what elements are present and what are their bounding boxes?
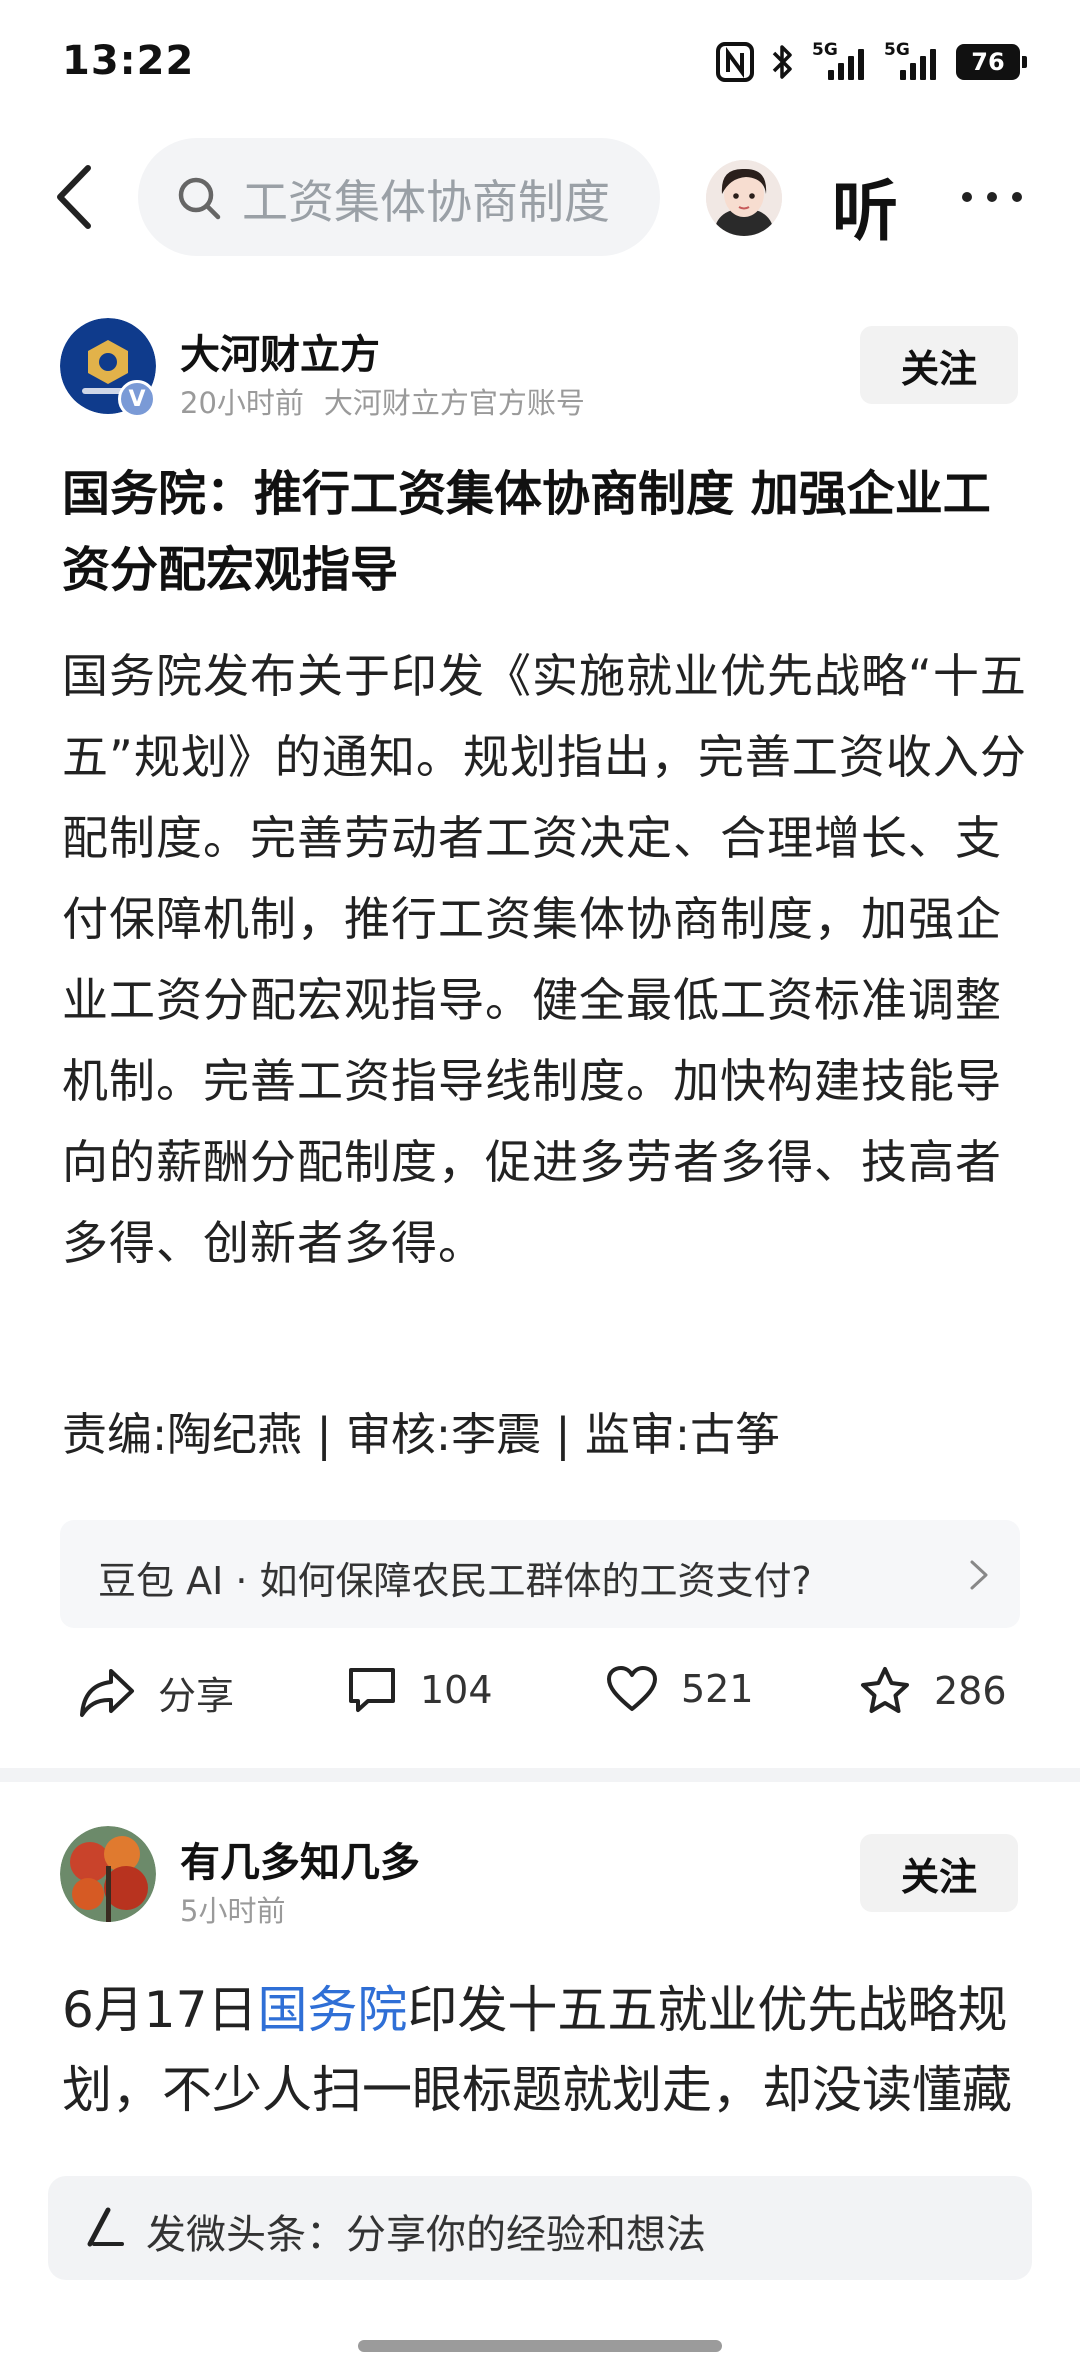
more-icon[interactable] <box>962 192 1022 202</box>
favorite-count: 286 <box>934 1669 1007 1713</box>
search-query: 工资集体协商制度 <box>242 175 610 229</box>
search-bar[interactable]: 工资集体协商制度 <box>138 138 660 256</box>
ai-question-card[interactable]: 豆包 AI · 如何保障农民工群体的工资支付? <box>60 1520 1020 1628</box>
heart-icon <box>607 1666 657 1711</box>
pen-icon <box>87 2207 124 2247</box>
follow-button[interactable]: 关注 <box>860 326 1018 404</box>
author-name[interactable]: 有几多知几多 <box>180 1830 420 1888</box>
author-name[interactable]: 大河财立方 <box>180 322 380 380</box>
follow-button[interactable]: 关注 <box>860 1834 1018 1912</box>
nfc-icon <box>716 42 754 82</box>
post-meta: 5小时前 <box>180 1888 285 1930</box>
post-body-prefix: 6月17日 <box>62 1981 258 2039</box>
comment-count: 104 <box>420 1668 493 1712</box>
verified-badge: V <box>118 380 156 418</box>
post-author-row: V 大河财立方 20小时前 大河财立方官方账号 关注 <box>0 318 1080 428</box>
home-indicator[interactable] <box>358 2340 722 2352</box>
signal-icon-2: 5G <box>884 40 940 82</box>
battery-indicator: 76 <box>956 44 1027 80</box>
share-label: 分享 <box>158 1674 235 1718</box>
comment-icon <box>349 1668 395 1712</box>
compose-placeholder: 发微头条：分享你的经验和想法 <box>146 2212 706 2258</box>
post-action-bar: 分享 104 521 286 <box>0 1645 1080 1745</box>
back-button[interactable] <box>48 162 108 232</box>
favorite-button[interactable]: 286 <box>858 1665 1007 1717</box>
post-time: 20小时前 <box>180 386 304 420</box>
chevron-right-icon <box>970 1560 988 1590</box>
account-description: 大河财立方官方账号 <box>323 386 585 420</box>
bluetooth-icon <box>772 45 792 79</box>
post-time: 5小时前 <box>180 1894 286 1928</box>
status-time: 13:22 <box>62 38 195 84</box>
signal-icon: 5G <box>812 40 868 82</box>
comment-button[interactable]: 104 <box>346 1665 493 1715</box>
post-body[interactable]: 6月17日国务院印发十五五就业优先战略规划，不少人扫一眼标题就划走，却没读懂藏在… <box>62 1970 1028 2138</box>
back-arrow-icon <box>57 165 91 229</box>
editor-credits: 责编:陶纪燕 | 审核:李震 | 监审:古筝 <box>62 1408 781 1461</box>
author-avatar[interactable] <box>60 1826 156 1922</box>
topic-link[interactable]: 国务院 <box>257 1981 407 2039</box>
star-icon <box>861 1667 909 1713</box>
like-button[interactable]: 521 <box>605 1665 754 1713</box>
post-meta: 20小时前 大河财立方官方账号 <box>180 380 585 422</box>
autumn-leaves-avatar-icon <box>60 1826 156 1922</box>
article-body: 国务院发布关于印发《实施就业优先战略“十五五”规划》的通知。规划指出，完善工资收… <box>62 649 1027 1270</box>
feed-divider <box>0 1768 1080 1782</box>
ai-assistant-avatar[interactable] <box>706 160 782 236</box>
post-author-row: 有几多知几多 5小时前 关注 <box>0 1826 1080 1936</box>
ai-question-text: 豆包 AI · 如何保障农民工群体的工资支付? <box>98 1559 812 1603</box>
article-title[interactable]: 国务院：推行工资集体协商制度 加强企业工资分配宏观指导 <box>62 456 1022 608</box>
share-button[interactable]: 分享 <box>78 1665 234 1720</box>
top-nav: 工资集体协商制度 听 <box>0 130 1080 270</box>
share-icon <box>80 1668 134 1717</box>
search-icon <box>178 177 221 220</box>
compose-bar[interactable]: 发微头条：分享你的经验和想法 <box>48 2176 1032 2280</box>
assistant-avatar-icon <box>706 160 782 236</box>
like-count: 521 <box>681 1667 754 1711</box>
listen-button[interactable]: 听 <box>832 158 898 254</box>
status-icons: 5G 5G 76 <box>716 40 1027 84</box>
status-bar: 13:22 5G 5G 76 <box>0 0 1080 125</box>
